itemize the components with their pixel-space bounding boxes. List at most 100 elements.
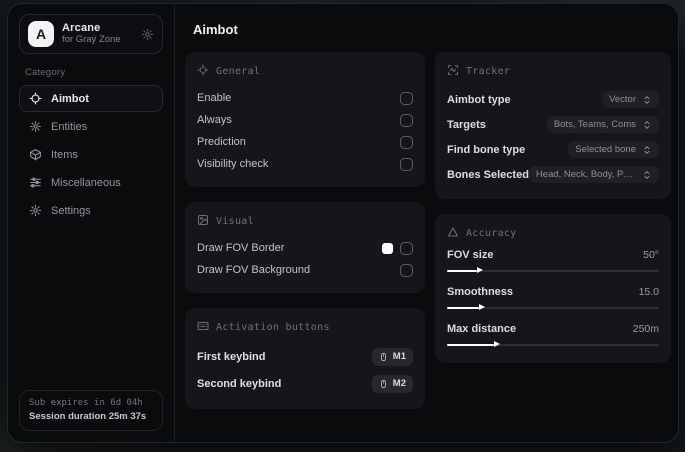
crosshair-icon (29, 92, 42, 105)
select-value: Selected bone (575, 144, 636, 155)
checkbox[interactable] (400, 135, 413, 149)
keybind-value: M2 (392, 378, 406, 389)
triangle-icon (447, 226, 459, 241)
slider-row: FOV size 50° (447, 249, 659, 275)
toggle-row: Prediction (197, 131, 413, 153)
slider-value: 50° (643, 249, 659, 261)
slider[interactable] (447, 340, 659, 349)
slider-fill[interactable] (447, 340, 500, 347)
sub-expires-text: Sub expires in 6d 04h (29, 398, 143, 408)
chevrons-up-down-icon (644, 170, 650, 179)
select-label: Bones Selected (447, 168, 529, 181)
app-logo: A (28, 21, 54, 47)
toggle-label: Enable (197, 92, 232, 104)
sidebar-item[interactable]: Items (19, 141, 163, 168)
category-label: Category (25, 67, 66, 78)
checkbox[interactable] (400, 113, 413, 127)
toggle-label: Always (197, 114, 232, 126)
sidebar-item[interactable]: Aimbot (19, 85, 163, 112)
color-swatch[interactable] (382, 242, 393, 254)
select-label: Aimbot type (447, 93, 511, 106)
sidebar-item[interactable]: Miscellaneous (19, 169, 163, 196)
select-row: Bones Selected Head, Neck, Body, Pe... (447, 162, 659, 187)
general-card: General Enable Always Prediction Visibil… (185, 52, 425, 187)
toggle-label: Visibility check (197, 158, 269, 170)
subscription-info-box: Sub expires in 6d 04h Session duration 2… (19, 390, 163, 431)
slider-label: Max distance (447, 323, 517, 335)
keybind-button[interactable]: M1 (371, 347, 413, 366)
slider-fill[interactable] (447, 303, 485, 310)
sidebar-item[interactable]: Entities (19, 113, 163, 140)
app-subtitle: for Gray Zone (62, 34, 121, 46)
chevrons-up-down-icon (644, 145, 650, 154)
app-window: A Arcane for Gray Zone Category Aimbot E… (8, 4, 678, 442)
mouse-icon (381, 379, 386, 388)
slider-fill[interactable] (447, 266, 483, 273)
card-title: Visual (216, 216, 254, 227)
slider-value: 250m (632, 323, 659, 335)
brand-box: A Arcane for Gray Zone (19, 14, 163, 54)
keybind-button[interactable]: M2 (371, 374, 413, 393)
gear-icon[interactable] (141, 28, 154, 41)
gear-icon (29, 204, 42, 217)
toggle-row: Always (197, 109, 413, 131)
toggle-row: Draw FOV Background (197, 259, 413, 281)
card-title: General (216, 66, 261, 77)
scan-icon (447, 64, 459, 79)
slider[interactable] (447, 266, 659, 275)
accuracy-card: Accuracy FOV size 50° Smoothness 15.0 Ma… (435, 214, 671, 363)
box-icon (29, 148, 42, 161)
checkbox[interactable] (400, 91, 413, 105)
image-icon (197, 214, 209, 229)
select-row: Find bone type Selected bone (447, 137, 659, 162)
page-title: Aimbot (193, 22, 238, 37)
slider-row: Smoothness 15.0 (447, 286, 659, 312)
keybind-label: Second keybind (197, 377, 282, 390)
card-title: Activation buttons (216, 322, 330, 333)
toggle-row: Draw FOV Border (197, 237, 413, 259)
select-button[interactable]: Selected bone (568, 141, 659, 158)
select-value: Bots, Teams, Coms (553, 119, 636, 130)
toggle-label: Prediction (197, 136, 246, 148)
toggle-row: Visibility check (197, 153, 413, 175)
sidebar-item-label: Settings (51, 204, 91, 217)
select-button[interactable]: Vector (602, 91, 659, 108)
slider-label: Smoothness (447, 286, 514, 298)
slider[interactable] (447, 303, 659, 312)
select-value: Vector (609, 94, 636, 105)
chevrons-up-down-icon (644, 95, 650, 104)
sidebar: A Arcane for Gray Zone Category Aimbot E… (8, 4, 175, 442)
keyboard-icon (197, 320, 209, 335)
app-name: Arcane (62, 21, 101, 34)
sidebar-nav: Aimbot Entities Items Miscellaneous Sett… (19, 85, 163, 224)
toggle-label: Draw FOV Background (197, 264, 311, 276)
main-panel: Aimbot General Enable Always Prediction … (175, 4, 678, 442)
mouse-icon (381, 352, 386, 361)
select-row: Targets Bots, Teams, Coms (447, 112, 659, 137)
slider-label: FOV size (447, 249, 494, 261)
slider-row: Max distance 250m (447, 323, 659, 349)
entities-icon (29, 120, 42, 133)
select-button[interactable]: Bots, Teams, Coms (546, 116, 659, 133)
sidebar-item-label: Entities (51, 120, 88, 133)
chevrons-up-down-icon (644, 120, 650, 129)
keybind-value: M1 (392, 351, 406, 362)
visual-card: Visual Draw FOV Border Draw FOV Backgrou… (185, 202, 425, 293)
select-button[interactable]: Head, Neck, Body, Pe... (528, 166, 659, 183)
crosshair-icon (197, 64, 209, 79)
checkbox[interactable] (400, 241, 413, 255)
checkbox[interactable] (400, 157, 413, 171)
select-row: Aimbot type Vector (447, 87, 659, 112)
session-duration-text: Session duration 25m 37s (29, 411, 147, 422)
sidebar-item-label: Miscellaneous (51, 176, 121, 189)
toggle-label: Draw FOV Border (197, 242, 285, 254)
tracker-card: Tracker Aimbot type Vector Targets Bots,… (435, 52, 671, 199)
sidebar-item[interactable]: Settings (19, 197, 163, 224)
select-label: Targets (447, 118, 486, 131)
card-title: Accuracy (466, 228, 517, 239)
card-title: Tracker (466, 66, 511, 77)
checkbox[interactable] (400, 263, 413, 277)
keybind-label: First keybind (197, 350, 266, 363)
keybind-row: First keybind M1 (197, 343, 413, 370)
keybind-row: Second keybind M2 (197, 370, 413, 397)
